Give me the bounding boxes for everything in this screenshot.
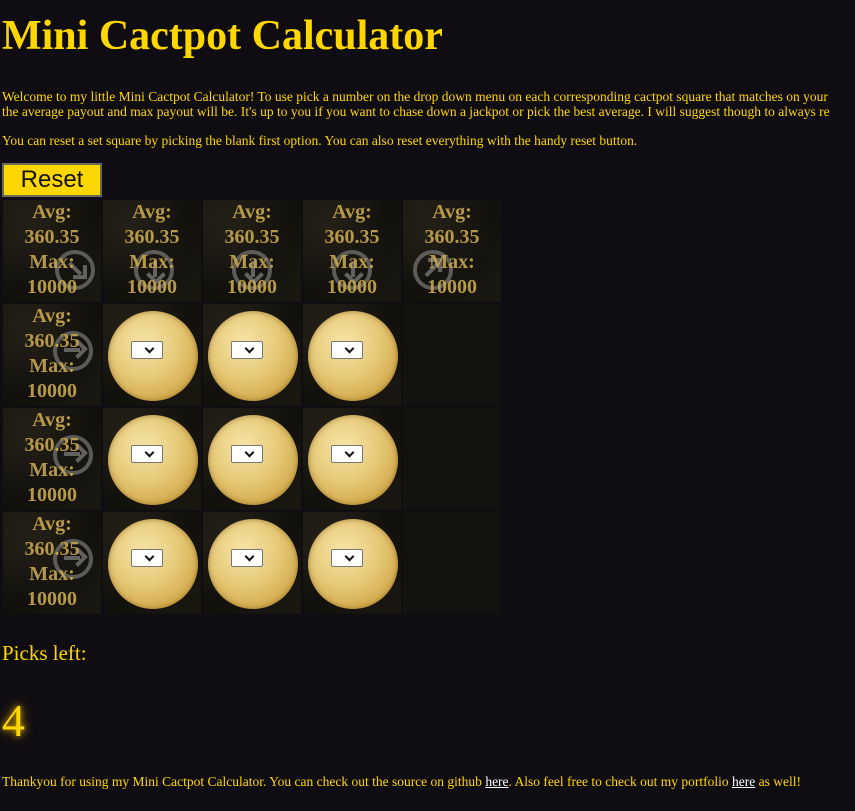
avg-label: Avg: [432, 201, 472, 223]
avg-label: Avg: [132, 201, 172, 223]
max-value: 10000 [227, 276, 277, 298]
line-stats: Avg: 360.35 Max: 10000 [3, 304, 101, 404]
avg-value: 360.35 [24, 538, 80, 560]
avg-value: 360.35 [24, 330, 80, 352]
line-stats: Avg: 360.35 Max: 10000 [3, 512, 101, 612]
line-stats: Avg: 360.35 Max: 10000 [103, 200, 201, 300]
avg-label: Avg: [232, 201, 272, 223]
square-number-select[interactable] [231, 445, 263, 463]
max-label: Max: [29, 251, 75, 273]
avg-label: Avg: [332, 201, 372, 223]
cactpot-grid: Avg: 360.35 Max: 10000 Avg: 360.35 Max: … [3, 200, 503, 614]
intro-line-1: Welcome to my little Mini Cactpot Calcul… [2, 89, 828, 104]
reset-note: You can reset a set square by picking th… [2, 133, 638, 148]
avg-value: 360.35 [224, 226, 280, 248]
square-number-select[interactable] [231, 341, 263, 359]
avg-value: 360.35 [324, 226, 380, 248]
page-title: Mini Cactpot Calculator [2, 13, 443, 59]
avg-label: Avg: [32, 305, 72, 327]
intro-line-2: the average payout and max payout will b… [2, 104, 830, 119]
line-diagonal-up[interactable]: Avg: 360.35 Max: 10000 [403, 200, 501, 302]
picks-left-label: Picks left: [2, 641, 87, 665]
square-number-select[interactable] [231, 549, 263, 567]
line-stats: Avg: 360.35 Max: 10000 [403, 200, 501, 300]
square-number-select[interactable] [131, 445, 163, 463]
line-row-2[interactable]: Avg: 360.35 Max: 10000 [3, 408, 101, 510]
max-value: 10000 [27, 588, 77, 610]
square-number-select[interactable] [331, 445, 363, 463]
avg-value: 360.35 [24, 434, 80, 456]
cactpot-square [203, 512, 301, 614]
max-value: 10000 [327, 276, 377, 298]
page: Mini Cactpot Calculator Welcome to my li… [0, 0, 855, 811]
github-link[interactable]: here [485, 774, 508, 789]
line-diagonal-down[interactable]: Avg: 360.35 Max: 10000 [3, 200, 104, 302]
footer-text-3: as well! [755, 774, 801, 789]
cactpot-square [203, 408, 301, 510]
line-column-3[interactable]: Avg: 360.35 Max: 10000 [303, 200, 401, 302]
empty-cell [403, 512, 501, 614]
footer-text-1: Thankyou for using my Mini Cactpot Calcu… [2, 774, 486, 789]
footer-text: Thankyou for using my Mini Cactpot Calcu… [2, 774, 801, 790]
cactpot-square [103, 304, 201, 406]
max-label: Max: [329, 251, 375, 273]
max-label: Max: [229, 251, 275, 273]
max-label: Max: [29, 459, 75, 481]
empty-cell [403, 304, 501, 406]
portfolio-link[interactable]: here [732, 774, 755, 789]
line-stats: Avg: 360.35 Max: 10000 [303, 200, 401, 300]
max-label: Max: [429, 251, 475, 273]
max-label: Max: [29, 355, 75, 377]
max-value: 10000 [127, 276, 177, 298]
avg-label: Avg: [32, 409, 72, 431]
cactpot-square [103, 408, 201, 510]
line-stats: Avg: 360.35 Max: 10000 [203, 200, 301, 300]
line-stats: Avg: 360.35 Max: 10000 [3, 408, 101, 508]
square-number-select[interactable] [131, 549, 163, 567]
avg-label: Avg: [32, 201, 72, 223]
cactpot-square [303, 512, 401, 614]
reset-button[interactable]: Reset [2, 163, 102, 197]
empty-cell [403, 408, 501, 510]
line-column-1[interactable]: Avg: 360.35 Max: 10000 [103, 200, 201, 302]
cactpot-square [203, 304, 301, 406]
avg-value: 360.35 [124, 226, 180, 248]
max-label: Max: [129, 251, 175, 273]
cactpot-square [103, 512, 201, 614]
line-column-2[interactable]: Avg: 360.35 Max: 10000 [203, 200, 301, 302]
max-value: 10000 [27, 276, 77, 298]
cactpot-square [303, 304, 401, 406]
max-value: 10000 [27, 484, 77, 506]
line-stats: Avg: 360.35 Max: 10000 [3, 200, 101, 300]
avg-value: 360.35 [24, 226, 80, 248]
square-number-select[interactable] [131, 341, 163, 359]
intro-text: Welcome to my little Mini Cactpot Calcul… [2, 89, 855, 119]
cactpot-square [303, 408, 401, 510]
line-row-3[interactable]: Avg: 360.35 Max: 10000 [3, 512, 101, 614]
max-label: Max: [29, 563, 75, 585]
avg-label: Avg: [32, 513, 72, 535]
max-value: 10000 [27, 380, 77, 402]
square-number-select[interactable] [331, 549, 363, 567]
square-number-select[interactable] [331, 341, 363, 359]
max-value: 10000 [427, 276, 477, 298]
line-row-1[interactable]: Avg: 360.35 Max: 10000 [3, 304, 101, 406]
picks-left-value: 4 [2, 695, 25, 746]
footer-text-2: . Also feel free to check out my portfol… [508, 774, 732, 789]
avg-value: 360.35 [424, 226, 480, 248]
